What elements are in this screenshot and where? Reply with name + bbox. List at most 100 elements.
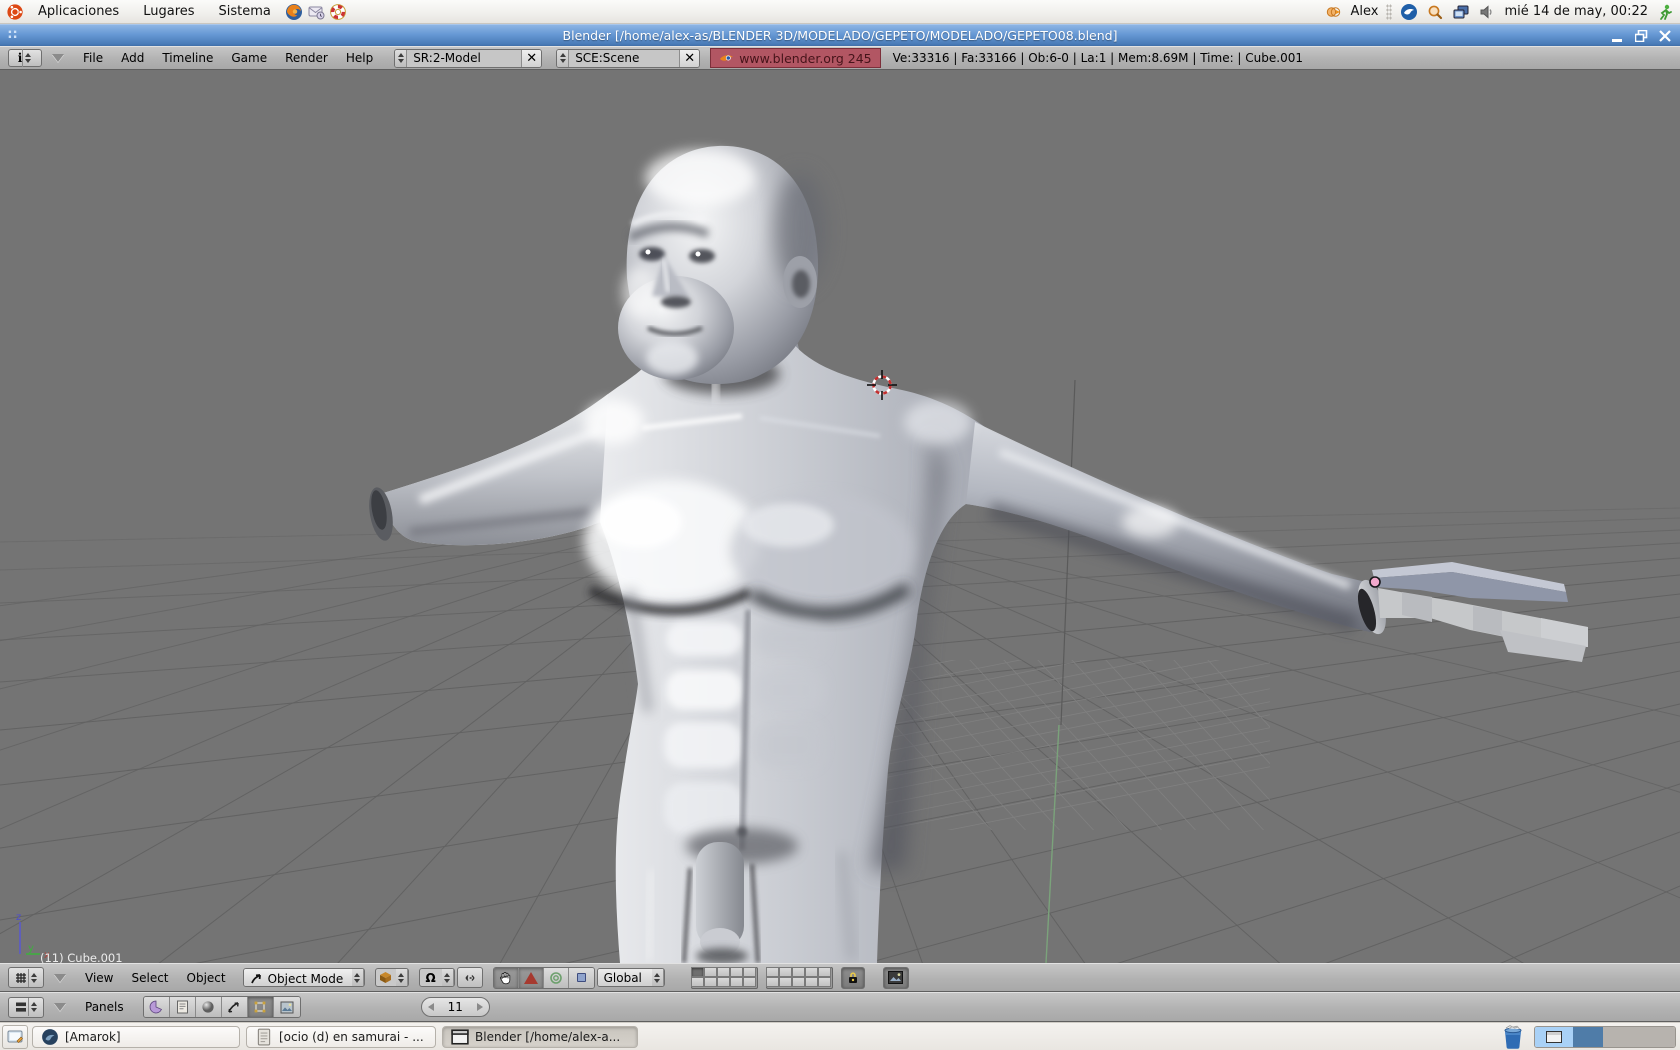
editor-type-button-3d[interactable] (8, 967, 44, 988)
scene-delete-button[interactable]: ✕ (679, 49, 700, 67)
screen-selector[interactable]: SR:2-Model ✕ (394, 48, 543, 68)
editing-context-button[interactable] (247, 997, 274, 1017)
frame-number[interactable]: 11 (448, 1000, 463, 1014)
grid-editor-icon (16, 972, 26, 983)
object-context-button[interactable] (221, 997, 248, 1017)
menu-lugares[interactable]: Lugares (133, 1, 204, 22)
panel-drag-handle[interactable] (1386, 3, 1393, 20)
screen-name[interactable]: SR:2-Model (407, 49, 522, 67)
layer-18[interactable] (792, 977, 806, 987)
thunderbird-icon[interactable] (1400, 3, 1418, 21)
translate-manipulator-toggle[interactable] (518, 967, 544, 988)
logic-context-button[interactable] (143, 997, 170, 1017)
email-icon[interactable] (307, 3, 325, 21)
workspace-1-active[interactable] (1535, 1026, 1573, 1047)
menu-add[interactable]: Add (112, 51, 153, 65)
viewport-3d[interactable]: z y x (11) Cube.001 (0, 70, 1680, 963)
lock-layers-button[interactable] (840, 966, 865, 989)
show-desktop-button[interactable] (2, 1024, 28, 1049)
viewport-canvas[interactable]: z y x (11) Cube.001 (0, 70, 1680, 963)
layer-9[interactable] (805, 967, 819, 977)
clock[interactable]: mié 14 de may, 00:22 (1504, 4, 1648, 19)
header-collapse-icon-3d[interactable] (54, 973, 66, 982)
volume-icon[interactable] (1478, 3, 1496, 21)
scale-manipulator-toggle[interactable] (568, 967, 594, 988)
layer-11[interactable] (691, 977, 705, 987)
workspace-switcher[interactable] (1534, 1025, 1676, 1048)
layer-10[interactable] (818, 967, 832, 977)
layer-2[interactable] (704, 967, 718, 977)
task-amarok[interactable]: [Amarok] (32, 1025, 240, 1048)
editor-type-button[interactable]: i (8, 49, 42, 67)
layer-6[interactable] (766, 967, 780, 977)
layer-buttons-group-2[interactable] (765, 966, 833, 989)
restore-button[interactable] (1634, 29, 1648, 42)
header-collapse-icon-panels[interactable] (54, 1003, 66, 1011)
frame-prev-icon[interactable] (427, 1003, 434, 1011)
ubuntu-logo-icon[interactable] (6, 3, 24, 21)
frame-next-icon[interactable] (476, 1003, 483, 1011)
object-origin-dot[interactable] (1369, 576, 1381, 588)
menu-file[interactable]: File (74, 51, 112, 65)
menu-game[interactable]: Game (222, 51, 276, 65)
draw-type-selector[interactable] (374, 968, 409, 987)
layer-1[interactable] (691, 967, 705, 977)
script-context-button[interactable] (169, 997, 196, 1017)
layer-12[interactable] (704, 977, 718, 987)
task-blender[interactable]: Blender [/home/alex-a... (442, 1025, 638, 1048)
workspace-2[interactable] (1573, 1026, 1603, 1047)
task-ocio-document[interactable]: [ocio (d) en samurai - ... (246, 1025, 436, 1048)
menu-timeline[interactable]: Timeline (153, 51, 222, 65)
render-preview-button[interactable] (882, 966, 909, 989)
layer-13[interactable] (717, 977, 731, 987)
header-collapse-icon[interactable] (52, 54, 64, 62)
scene-selector[interactable]: SCE:Scene ✕ (556, 48, 701, 68)
firefox-icon[interactable] (285, 3, 303, 21)
mode-selector[interactable]: Object Mode (242, 968, 365, 987)
rotate-manipulator-toggle[interactable] (543, 967, 569, 988)
close-button[interactable] (1658, 29, 1672, 42)
menu-select[interactable]: Select (122, 971, 177, 985)
scene-context-button[interactable] (273, 997, 300, 1017)
orientation-selector[interactable]: Global (596, 968, 665, 987)
menu-aplicaciones[interactable]: Aplicaciones (28, 1, 129, 22)
user-name[interactable]: Alex (1351, 4, 1379, 19)
layer-19[interactable] (805, 977, 819, 987)
search-icon[interactable] (1426, 3, 1444, 21)
workspace-extra[interactable] (1603, 1026, 1675, 1047)
menu-render[interactable]: Render (276, 51, 337, 65)
editor-type-button-panels[interactable] (8, 996, 44, 1018)
layer-4[interactable] (730, 967, 744, 977)
layer-8[interactable] (792, 967, 806, 977)
screen-delete-button[interactable]: ✕ (521, 49, 542, 67)
menu-sistema[interactable]: Sistema (209, 1, 281, 22)
menu-view[interactable]: View (76, 971, 122, 985)
trash-icon[interactable] (1500, 1024, 1526, 1050)
screens-icon[interactable] (1452, 3, 1470, 21)
layer-20[interactable] (818, 977, 832, 987)
layer-3[interactable] (717, 967, 731, 977)
pivot-selector[interactable]: Ω (418, 968, 455, 987)
frame-stepper[interactable]: 11 (420, 997, 490, 1017)
workspace-window-thumb (1546, 1030, 1562, 1043)
manipulator-toggle-button[interactable] (456, 967, 483, 988)
layer-14[interactable] (730, 977, 744, 987)
menu-help[interactable]: Help (337, 51, 382, 65)
layer-5[interactable] (743, 967, 757, 977)
layer-7[interactable] (779, 967, 793, 977)
scene-name[interactable]: SCE:Scene (569, 49, 680, 67)
user-switch-icon[interactable] (1325, 3, 1343, 21)
quit-icon[interactable] (1656, 3, 1674, 21)
minimize-button[interactable] (1610, 29, 1624, 42)
layer-17[interactable] (779, 977, 793, 987)
panels-label[interactable]: Panels (76, 1000, 133, 1014)
layer-buttons-group-1[interactable] (690, 966, 758, 989)
menu-object[interactable]: Object (178, 971, 235, 985)
help-lifebuoy-icon[interactable] (329, 3, 347, 21)
shading-context-button[interactable] (195, 997, 222, 1017)
layer-16[interactable] (766, 977, 780, 987)
desktop-screen: Aplicaciones Lugares Sistema Alex mié 14… (0, 0, 1680, 1050)
manipulator-hand-toggle[interactable] (493, 967, 519, 988)
blender-titlebar[interactable]: ∷ Blender [/home/alex-as/BLENDER 3D/MODE… (0, 24, 1680, 46)
layer-15[interactable] (743, 977, 757, 987)
